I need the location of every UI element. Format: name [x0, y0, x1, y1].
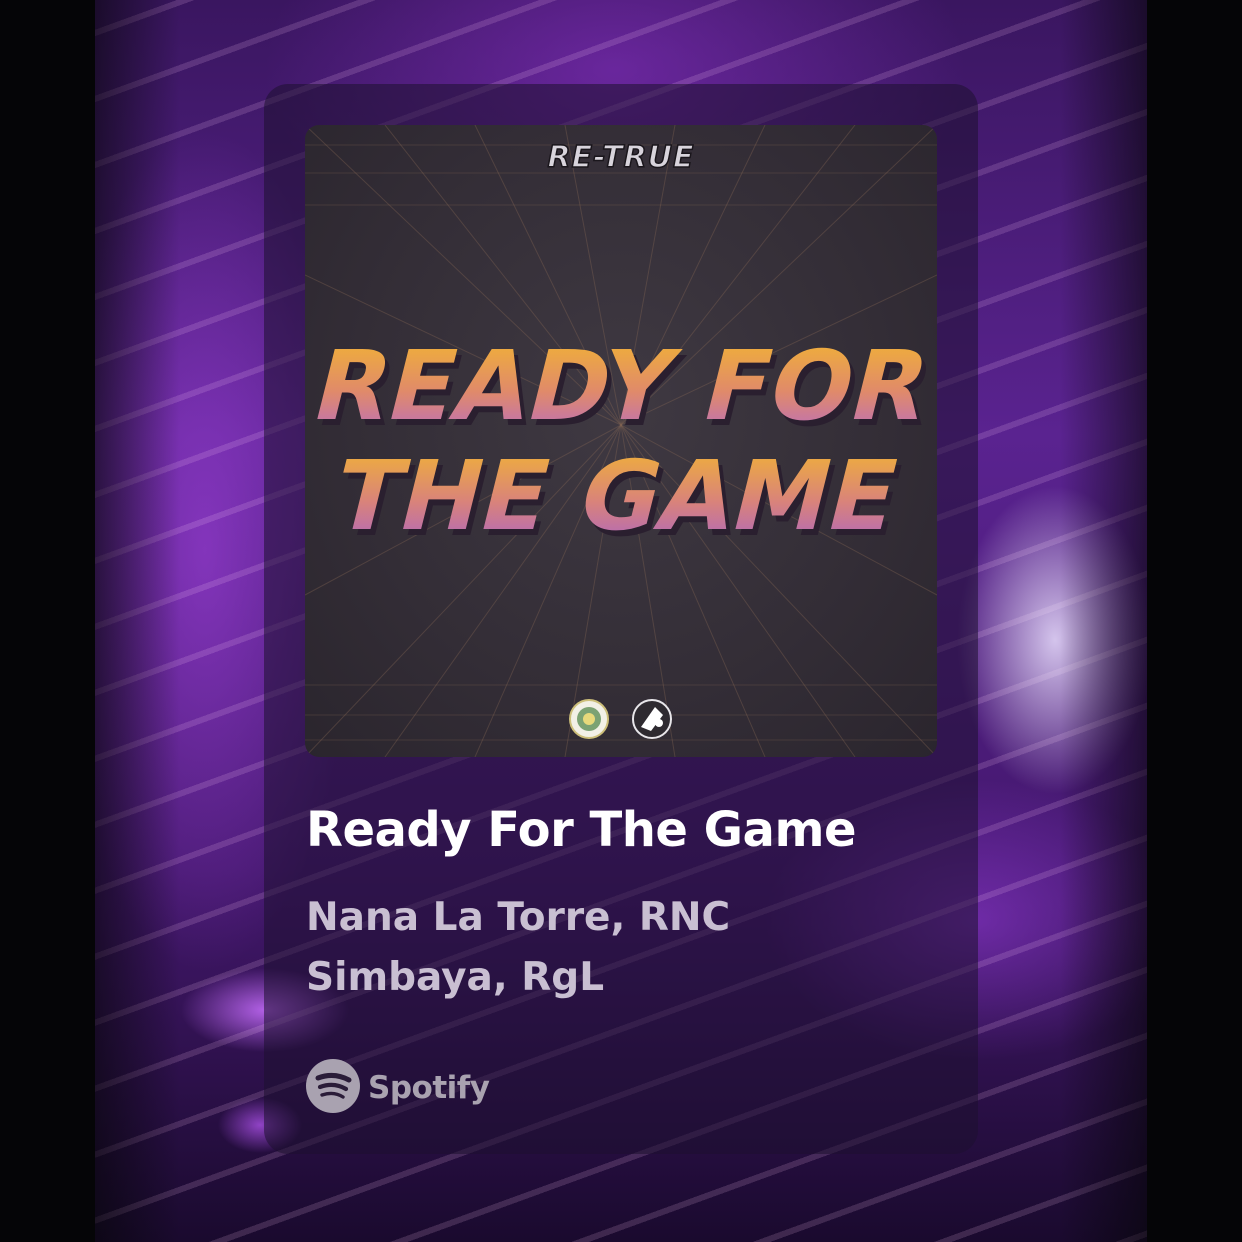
album-cover[interactable]: RE-TRUE READY FOR READY FOR THE GAME THE… [305, 125, 937, 757]
track-title: Ready For The Game [306, 802, 857, 858]
spotify-brand[interactable]: Spotify [306, 1059, 490, 1117]
cover-title-line1: READY FOR [305, 330, 937, 441]
spotify-wordmark: Spotify [368, 1070, 490, 1106]
album-cover-art: RE-TRUE READY FOR READY FOR THE GAME THE… [305, 125, 937, 757]
track-artists: Nana La Torre, RNC Simbaya, RgL [306, 895, 731, 1000]
cover-logo-right [632, 699, 672, 739]
cover-logo-left [569, 699, 609, 739]
cover-title-line2: THE GAME [323, 440, 910, 551]
spotify-icon [306, 1059, 360, 1117]
cover-label-top: RE-TRUE [547, 140, 694, 175]
share-card[interactable]: RE-TRUE READY FOR READY FOR THE GAME THE… [264, 84, 978, 1154]
